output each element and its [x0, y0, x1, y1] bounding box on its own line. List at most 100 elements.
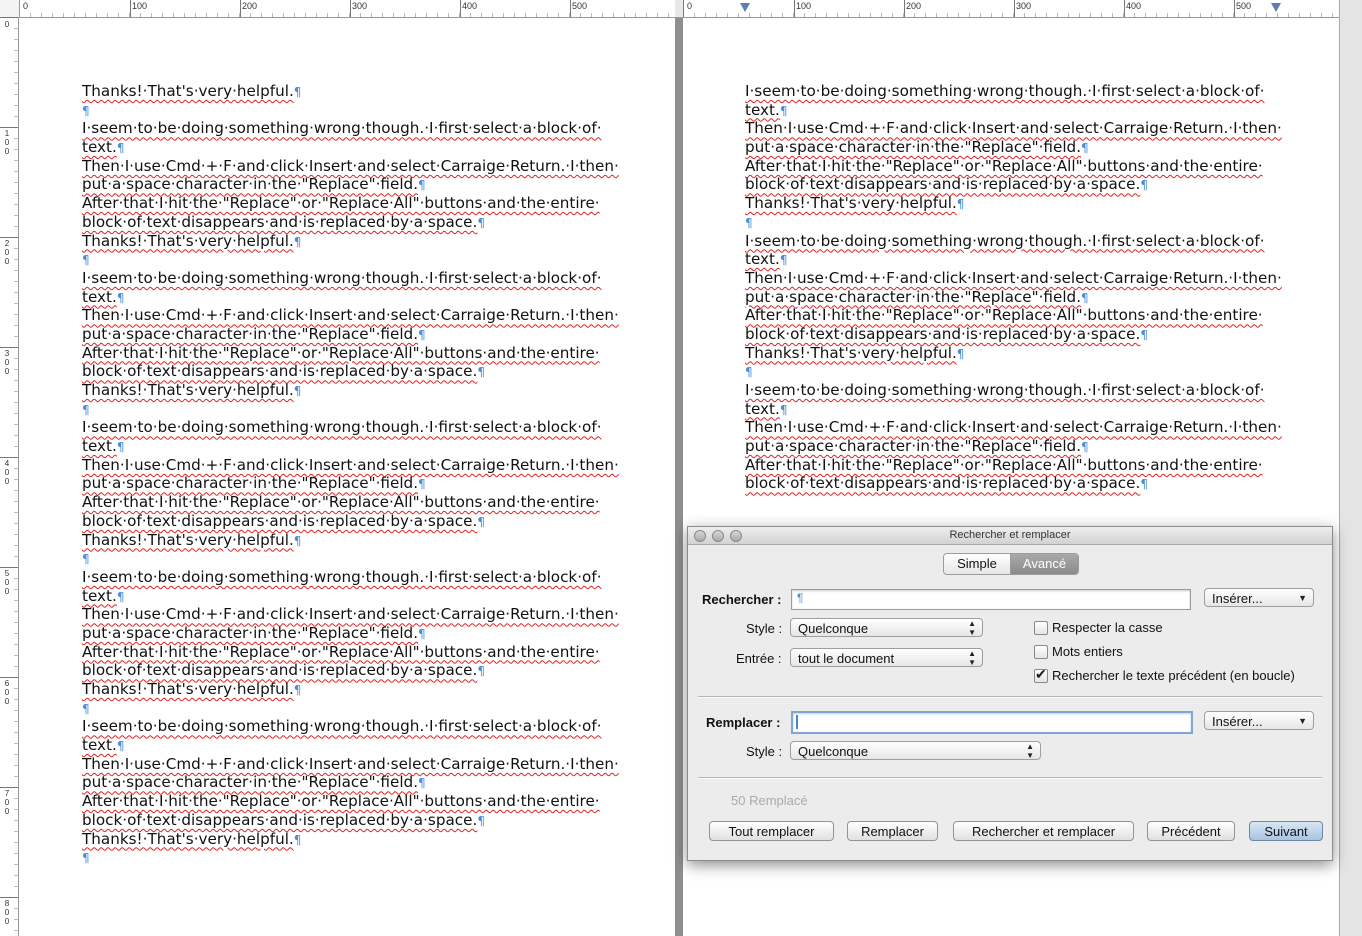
text-line[interactable]: Thanks!·That's·very·helpful.¶ [82, 680, 619, 699]
text-line[interactable]: Then·I·use·Cmd·+·F·and·click·Insert·and·… [82, 755, 619, 774]
text-line[interactable]: text.¶ [82, 587, 619, 606]
document-text-left[interactable]: Thanks!·That's·very·helpful.¶ ¶ I·seem·to·… [82, 82, 619, 867]
text-line[interactable]: block·of·text·disappears·and·is·replaced… [82, 362, 619, 381]
text-line[interactable]: ¶ [82, 848, 619, 867]
wrap-search-checkbox[interactable]: ✔ [1034, 666, 1048, 683]
tab-simple[interactable]: Simple [944, 554, 1011, 574]
text-line[interactable]: After·that·I·hit·the·"Replace"·or·"Repla… [82, 344, 619, 363]
entry-label: Entrée : [736, 651, 782, 666]
previous-button[interactable]: Précédent [1147, 821, 1235, 841]
text-line[interactable]: put·a·space·character·in·the·"Replace"·f… [82, 175, 619, 194]
ruler-label: 0 [23, 1, 29, 11]
replace-input[interactable] [791, 711, 1193, 734]
replace-button[interactable]: Remplacer [847, 821, 938, 841]
text-line[interactable]: ¶ [82, 250, 619, 269]
line-text: text. [82, 287, 117, 306]
text-line[interactable]: text.¶ [82, 138, 619, 157]
line-text: I·seem·to·be·doing·something·wrong·thoug… [82, 567, 602, 586]
text-line[interactable]: ¶ [82, 101, 619, 120]
text-line[interactable]: After·that·I·hit·the·"Replace"·or·"Repla… [745, 306, 1282, 325]
text-line[interactable]: put·a·space·character·in·the·"Replace"·f… [745, 288, 1282, 307]
text-line[interactable]: block·of·text·disappears·and·is·replaced… [745, 175, 1282, 194]
dialog-titlebar[interactable]: Rechercher et remplacer [688, 527, 1332, 545]
text-line[interactable]: Then·I·use·Cmd·+·F·and·click·Insert·and·… [745, 269, 1282, 288]
text-line[interactable]: ¶ [82, 400, 619, 419]
replace-style-select[interactable]: Quelconque ▲ ▼ [790, 741, 1041, 760]
text-line[interactable]: block·of·text·disappears·and·is·replaced… [82, 213, 619, 232]
text-line[interactable]: Thanks!·That's·very·helpful.¶ [82, 381, 619, 400]
text-line[interactable]: put·a·space·character·in·the·"Replace"·f… [82, 624, 619, 643]
text-line[interactable]: After·that·I·hit·the·"Replace"·or·"Repla… [82, 792, 619, 811]
text-line[interactable]: Thanks!·That's·very·helpful.¶ [82, 531, 619, 550]
text-line[interactable]: ¶ [745, 362, 1282, 381]
indent-marker-left[interactable] [740, 3, 750, 12]
style-select[interactable]: Quelconque ▲ ▼ [790, 618, 983, 637]
text-line[interactable]: Then·I·use·Cmd·+·F·and·click·Insert·and·… [745, 119, 1282, 138]
mode-segmented-control: Simple Avancé [943, 553, 1079, 575]
whole-words-checkbox[interactable] [1034, 645, 1048, 659]
text-line[interactable]: Then·I·use·Cmd·+·F·and·click·Insert·and·… [82, 456, 619, 475]
text-line[interactable]: block·of·text·disappears·and·is·replaced… [82, 811, 619, 830]
paragraph-mark: ¶ [1081, 440, 1089, 455]
text-line[interactable]: block·of·text·disappears·and·is·replaced… [745, 325, 1282, 344]
text-line[interactable]: Thanks!·That's·very·helpful.¶ [82, 232, 619, 251]
line-text: put·a·space·character·in·the·"Replace"·f… [82, 175, 419, 194]
paragraph-mark: ¶ [779, 402, 788, 417]
text-line[interactable]: put·a·space·character·in·the·"Replace"·f… [745, 437, 1282, 456]
tab-advanced[interactable]: Avancé [1011, 554, 1078, 574]
text-line[interactable]: put·a·space·character·in·the·"Replace"·f… [82, 474, 619, 493]
text-line[interactable]: I·seem·to·be·doing·something·wrong·thoug… [745, 82, 1282, 101]
text-line[interactable]: block·of·text·disappears·and·is·replaced… [745, 474, 1282, 493]
text-line[interactable]: ¶ [745, 213, 1282, 232]
text-line[interactable]: text.¶ [745, 400, 1282, 419]
text-line[interactable]: I·seem·to·be·doing·something·wrong·thoug… [82, 269, 619, 288]
text-line[interactable]: Then·I·use·Cmd·+·F·and·click·Insert·and·… [82, 605, 619, 624]
text-line[interactable]: text.¶ [82, 437, 619, 456]
text-line[interactable]: I·seem·to·be·doing·something·wrong·thoug… [82, 119, 619, 138]
text-line[interactable]: text.¶ [82, 736, 619, 755]
text-line[interactable]: I·seem·to·be·doing·something·wrong·thoug… [745, 381, 1282, 400]
style-label: Style : [746, 621, 783, 636]
text-line[interactable]: After·that·I·hit·the·"Replace"·or·"Repla… [82, 493, 619, 512]
scrollbar-track[interactable] [1339, 0, 1362, 936]
document-text-right[interactable]: I·seem·to·be·doing·something·wrong·thoug… [745, 82, 1282, 493]
paragraph-mark: ¶ [82, 851, 90, 866]
text-line[interactable]: ¶ [82, 549, 619, 568]
indent-marker-right[interactable] [1271, 3, 1281, 12]
text-line[interactable]: put·a·space·character·in·the·"Replace"·f… [745, 138, 1282, 157]
text-line[interactable]: Thanks!·That's·very·helpful.¶ [82, 82, 619, 101]
next-button[interactable]: Suivant [1249, 821, 1323, 841]
find-and-replace-button[interactable]: Rechercher et remplacer [953, 821, 1134, 841]
replace-all-button[interactable]: Tout remplacer [709, 821, 834, 841]
text-line[interactable]: put·a·space·character·in·the·"Replace"·f… [82, 325, 619, 344]
text-line[interactable]: I·seem·to·be·doing·something·wrong·thoug… [82, 717, 619, 736]
text-line[interactable]: After·that·I·hit·the·"Replace"·or·"Repla… [82, 643, 619, 662]
text-line[interactable]: Thanks!·That's·very·helpful.¶ [82, 830, 619, 849]
text-line[interactable]: ¶ [82, 699, 619, 718]
text-line[interactable]: text.¶ [82, 288, 619, 307]
text-line[interactable]: Thanks!·That's·very·helpful.¶ [745, 194, 1282, 213]
text-line[interactable]: I·seem·to·be·doing·something·wrong·thoug… [745, 232, 1282, 251]
search-input[interactable]: ¶ [791, 589, 1191, 610]
text-line[interactable]: Then·I·use·Cmd·+·F·and·click·Insert·and·… [745, 418, 1282, 437]
line-text: Thanks!·That's·very·helpful. [82, 829, 294, 848]
entry-select[interactable]: tout le document ▲ ▼ [790, 648, 983, 667]
text-line[interactable]: I·seem·to·be·doing·something·wrong·thoug… [82, 568, 619, 587]
text-line[interactable]: After·that·I·hit·the·"Replace"·or·"Repla… [745, 456, 1282, 475]
text-line[interactable]: Thanks!·That's·very·helpful.¶ [745, 344, 1282, 363]
text-line[interactable]: text.¶ [745, 101, 1282, 120]
text-line[interactable]: put·a·space·character·in·the·"Replace"·f… [82, 773, 619, 792]
text-line[interactable]: After·that·I·hit·the·"Replace"·or·"Repla… [82, 194, 619, 213]
match-case-checkbox[interactable] [1034, 621, 1048, 635]
search-insert-menu[interactable]: Insérer... ▼ [1204, 588, 1314, 607]
text-line[interactable]: Then·I·use·Cmd·+·F·and·click·Insert·and·… [82, 306, 619, 325]
text-line[interactable]: After·that·I·hit·the·"Replace"·or·"Repla… [745, 157, 1282, 176]
text-line[interactable]: Then·I·use·Cmd·+·F·and·click·Insert·and·… [82, 157, 619, 176]
text-line[interactable]: block·of·text·disappears·and·is·replaced… [82, 512, 619, 531]
text-line[interactable]: text.¶ [745, 250, 1282, 269]
text-line[interactable]: block·of·text·disappears·and·is·replaced… [82, 661, 619, 680]
line-text: After·that·I·hit·the·"Replace"·or·"Repla… [82, 343, 600, 362]
text-line[interactable]: I·seem·to·be·doing·something·wrong·thoug… [82, 418, 619, 437]
replace-insert-menu[interactable]: Insérer... ▼ [1204, 711, 1314, 730]
paragraph-mark: ¶ [82, 402, 90, 417]
